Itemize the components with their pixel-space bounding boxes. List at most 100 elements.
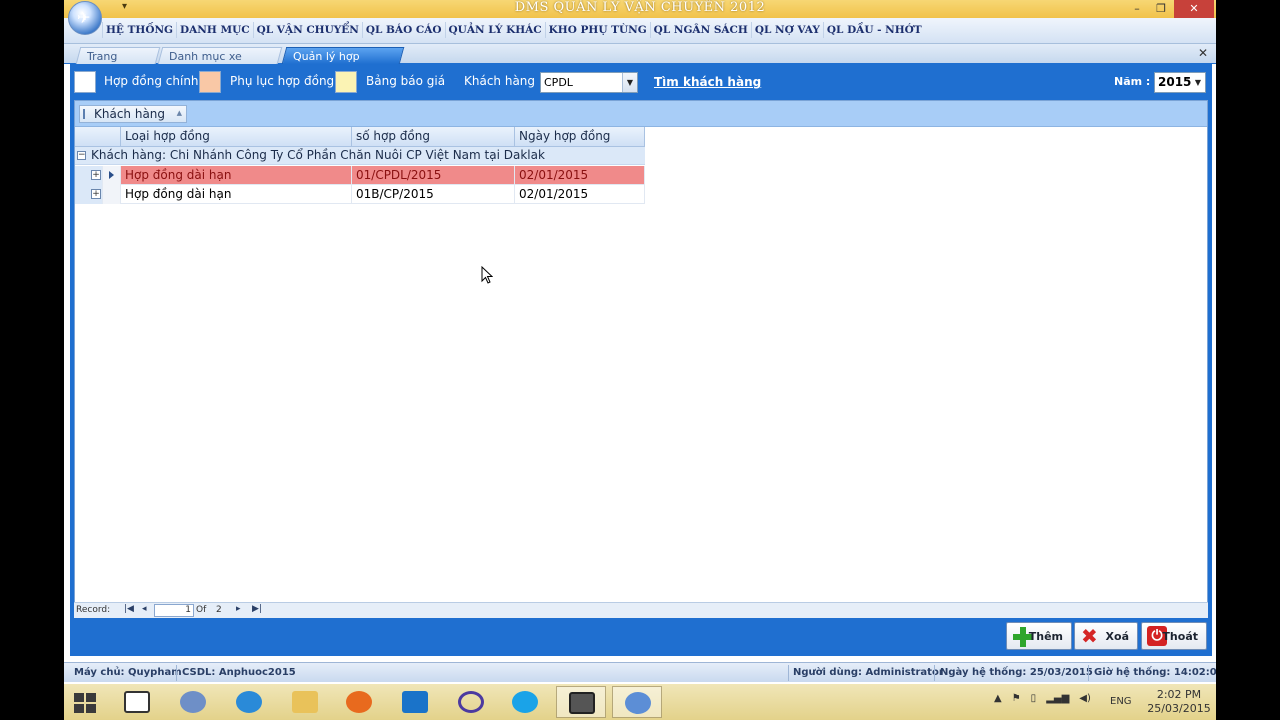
menu-ql-bao-cao[interactable]: QL BÁO CÁO	[361, 22, 445, 38]
group-row[interactable]: − Khách hàng: Chi Nhánh Công Ty Cổ Phần …	[75, 147, 645, 165]
tab-danh-muc-xe[interactable]: Danh mục xe công ty	[157, 47, 283, 76]
year-select[interactable]: 2015 ▼	[1154, 72, 1206, 93]
taskbar-dms-app[interactable]	[612, 686, 662, 718]
delete-button[interactable]: ✖ Xoá	[1074, 622, 1138, 650]
current-record-input[interactable]: 1	[154, 604, 194, 617]
skype-icon	[512, 691, 538, 713]
table-row[interactable]: + Hợp đồng dài hạn 01B/CP/2015 02/01/201…	[75, 185, 645, 204]
tray-expand-icon[interactable]: ▲	[994, 693, 1002, 704]
legend-quote-label: Bảng báo giá	[366, 74, 446, 88]
taskbar-infinity-app[interactable]	[446, 686, 496, 718]
status-divider	[1088, 665, 1089, 681]
menu-he-thong[interactable]: HỆ THỐNG	[102, 22, 176, 38]
record-label: Record:	[76, 605, 111, 615]
menu-ql-van-chuyen[interactable]: QL VẬN CHUYỂN	[252, 22, 362, 38]
status-divider	[788, 665, 789, 681]
menu-danh-muc[interactable]: DANH MỤC	[176, 22, 253, 38]
menu-kho-phu-tung[interactable]: KHO PHỤ TÙNG	[544, 22, 650, 38]
add-button[interactable]: Thêm	[1006, 622, 1072, 650]
status-system-date: Ngày hệ thống: 25/03/2015	[940, 667, 1093, 678]
row-expander-cell: +	[75, 185, 103, 204]
app-logo-icon: ✈	[77, 8, 91, 27]
next-record-icon[interactable]: ▸	[236, 604, 241, 614]
table-row[interactable]: + Hợp đồng dài hạn 01/CPDL/2015 02/01/20…	[75, 166, 645, 185]
status-server: Máy chủ: Quypham	[74, 667, 182, 678]
column-header-type[interactable]: Loại hợp đồng	[121, 127, 352, 147]
chevron-down-icon[interactable]: ▼	[1191, 73, 1205, 92]
legend-main-swatch	[74, 71, 96, 93]
windows-logo-icon	[74, 693, 84, 702]
expand-icon[interactable]: +	[91, 189, 101, 199]
window-title: DMS QUẢN LÝ VẬN CHUYỂN 2012	[514, 0, 766, 15]
infinity-icon	[458, 691, 484, 713]
column-header-date[interactable]: Ngày hợp đồng	[515, 127, 645, 147]
menu-quan-ly-khac[interactable]: QUẢN LÝ KHÁC	[444, 22, 545, 38]
windows-logo-icon	[86, 704, 96, 713]
record-navigator: Record: |◀ ◂ 1 Of 2 ▸ ▶|	[74, 602, 1208, 618]
customer-select-value: CPDL	[544, 76, 573, 89]
column-header-number[interactable]: số hợp đồng	[352, 127, 515, 147]
record-total: 2	[216, 605, 222, 615]
system-tray: ▲ ⚑ ▯ ▂▄▆ ◀)	[994, 693, 1091, 704]
find-customer-link[interactable]: Tìm khách hàng	[654, 75, 761, 89]
taskbar-firefox[interactable]	[334, 686, 384, 718]
taskbar-skype[interactable]	[500, 686, 550, 718]
cell-date[interactable]: 02/01/2015	[515, 166, 645, 185]
taskbar-teamviewer[interactable]	[390, 686, 440, 718]
taskbar-scheduler[interactable]	[168, 686, 218, 718]
tray-flag-icon[interactable]: ⚑	[1012, 693, 1021, 704]
close-tab-icon[interactable]: ✕	[1198, 46, 1208, 60]
input-language[interactable]: ENG	[1110, 696, 1132, 707]
cell-number[interactable]: 01/CPDL/2015	[352, 166, 515, 185]
app-orb-button[interactable]: ✈	[68, 1, 102, 35]
firefox-icon	[346, 691, 372, 713]
tray-network-icon[interactable]: ▂▄▆	[1046, 693, 1069, 704]
cell-number[interactable]: 01B/CP/2015	[352, 185, 515, 204]
status-database: CSDL: Anphuoc2015	[182, 667, 296, 678]
menu-ql-dau-nhot[interactable]: QL DẦU - NHỚT	[822, 22, 925, 38]
contract-panel: Hợp đồng chính Phụ lục hợp đồng Bảng báo…	[70, 64, 1212, 656]
delete-x-icon: ✖	[1081, 624, 1098, 648]
group-by-label: Khách hàng	[94, 107, 166, 121]
prev-record-icon[interactable]: ◂	[142, 604, 147, 614]
tab-trang-chinh[interactable]: Trang chính	[75, 47, 161, 76]
chevron-down-icon[interactable]: ▼	[622, 73, 637, 92]
cell-date[interactable]: 02/01/2015	[515, 185, 645, 204]
tray-volume-icon[interactable]: ◀)	[1079, 693, 1091, 704]
menu-ql-no-vay[interactable]: QL NỢ VAY	[750, 22, 823, 38]
taskbar-window-app[interactable]	[556, 686, 606, 718]
taskbar-file-explorer[interactable]	[280, 686, 330, 718]
close-window-button[interactable]: ✕	[1174, 0, 1214, 18]
first-record-icon[interactable]: |◀	[124, 604, 134, 614]
window-icon	[124, 691, 150, 713]
menu-ql-ngan-sach[interactable]: QL NGÂN SÁCH	[649, 22, 751, 38]
customer-select[interactable]: CPDL ▼	[540, 72, 638, 93]
start-button[interactable]	[74, 693, 96, 713]
exit-button-label: Thoát	[1162, 630, 1198, 643]
last-record-icon[interactable]: ▶|	[252, 604, 262, 614]
taskbar-internet-explorer[interactable]	[224, 686, 274, 718]
teamviewer-icon	[402, 691, 428, 713]
tray-device-icon[interactable]: ▯	[1031, 693, 1037, 704]
drag-grip-icon[interactable]	[83, 109, 89, 119]
taskbar-clock[interactable]: 2:02 PM 25/03/2015	[1144, 688, 1214, 716]
maximize-button[interactable]: ❐	[1150, 0, 1172, 18]
clock-icon	[180, 691, 206, 713]
expand-icon[interactable]: +	[91, 170, 101, 180]
taskbar-explorer-window[interactable]	[112, 686, 162, 718]
cell-type[interactable]: Hợp đồng dài hạn	[121, 185, 352, 204]
cell-type[interactable]: Hợp đồng dài hạn	[121, 166, 352, 185]
menu-bar: HỆ THỐNG DANH MỤC QL VẬN CHUYỂN QL BÁO C…	[64, 18, 1216, 44]
document-tabs: Trang chính Danh mục xe công ty Quản lý …	[64, 44, 1216, 76]
record-of-label: Of	[196, 605, 207, 615]
group-by-chip[interactable]: Khách hàng ▲	[79, 105, 187, 123]
delete-button-label: Xoá	[1105, 630, 1129, 643]
tab-quan-ly-hop-dong[interactable]: Quản lý hợp đồng	[281, 47, 405, 76]
minimize-button[interactable]: –	[1126, 0, 1148, 18]
exit-button[interactable]: ⏻ Thoát	[1141, 622, 1207, 650]
collapse-icon[interactable]: −	[77, 151, 86, 160]
year-select-value: 2015	[1158, 75, 1192, 89]
filter-bar: Hợp đồng chính Phụ lục hợp đồng Bảng báo…	[70, 64, 1212, 100]
status-user: Người dùng: Administrator	[793, 667, 944, 678]
sort-asc-icon: ▲	[176, 109, 182, 117]
